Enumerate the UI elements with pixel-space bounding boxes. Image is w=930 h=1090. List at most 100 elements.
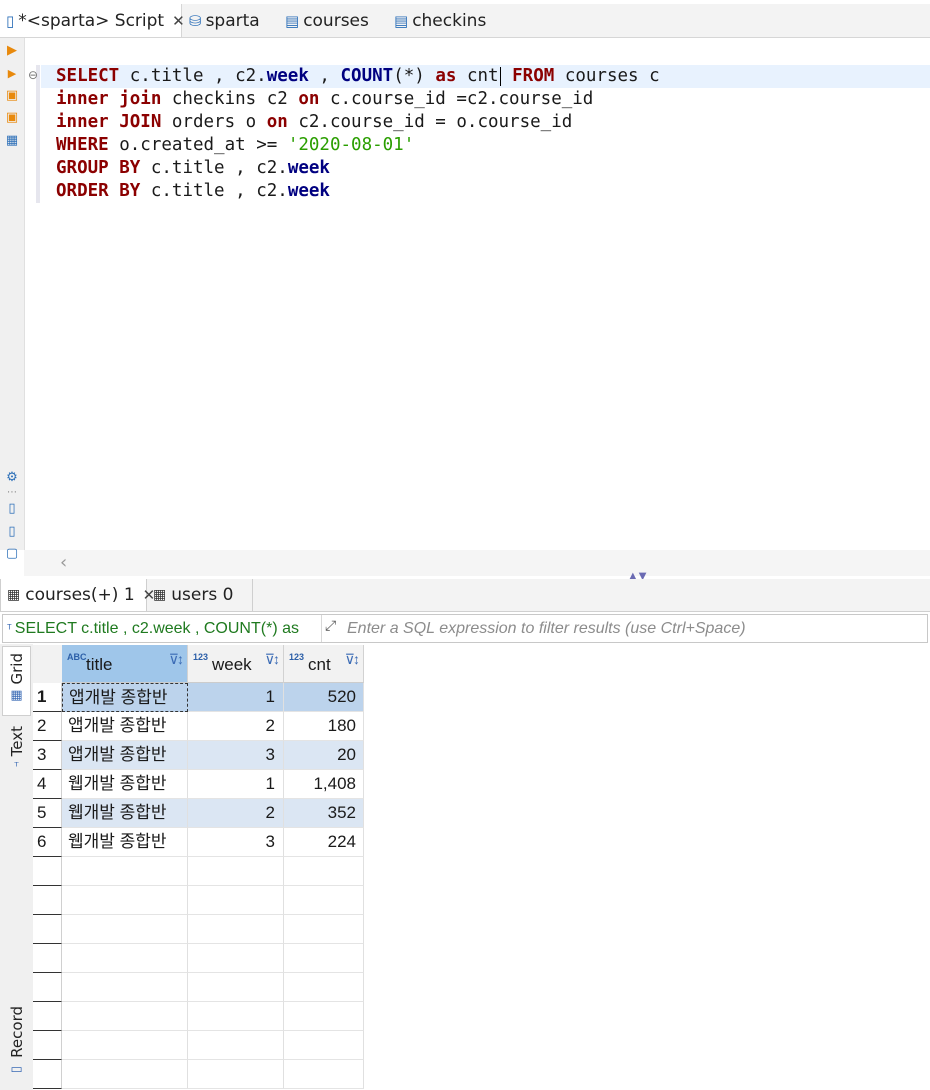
row-number-header[interactable] xyxy=(33,645,63,683)
cell-cnt[interactable]: 352 xyxy=(284,799,364,828)
sql-line[interactable]: inner JOIN orders o on c2.course_id = o.… xyxy=(56,111,660,134)
sql-line[interactable]: WHERE o.created_at >= '2020-08-01' xyxy=(56,134,660,157)
column-header-week[interactable]: 123 week ⊽↕ xyxy=(188,645,284,683)
tab-sparta[interactable]: ⛁ sparta xyxy=(183,4,279,37)
filter-input[interactable] xyxy=(347,615,917,642)
column-header-cnt[interactable]: 123 cnt ⊽↕ xyxy=(284,645,364,683)
tab-result-courses[interactable]: ▦ courses(+) 1 ✕ xyxy=(0,579,155,611)
editor-horizontal-scrollbar[interactable]: ‹ xyxy=(24,550,930,576)
cell-title[interactable]: 웹개발 종합반 xyxy=(62,770,188,799)
cell-week[interactable]: 3 xyxy=(188,741,284,770)
explain-plan-icon[interactable]: ▦ xyxy=(5,134,19,148)
view-tab-grid-label: Grid xyxy=(7,653,26,685)
row-number[interactable]: 1 xyxy=(33,683,62,712)
view-tab-record[interactable]: Record ▭ xyxy=(2,1002,31,1088)
cell-cnt[interactable]: 520 xyxy=(284,683,364,712)
expand-icon[interactable]: ⤢ xyxy=(325,618,336,634)
empty-cell xyxy=(188,886,284,915)
row-number xyxy=(33,973,62,1002)
cell-week[interactable]: 3 xyxy=(188,828,284,857)
cell-cnt[interactable]: 1,408 xyxy=(284,770,364,799)
filter-sort-icon[interactable]: ⊽↕ xyxy=(345,651,360,668)
sql-line[interactable]: inner join checkins c2 on c.course_id =c… xyxy=(56,88,660,111)
tab-checkins[interactable]: ▤ checkins xyxy=(388,4,500,37)
row-number[interactable]: 6 xyxy=(33,828,62,857)
column-header-title[interactable]: ABC title ⊽↕ xyxy=(62,645,188,683)
sql-line[interactable]: SELECT c.title , c2.week , COUNT(*) as c… xyxy=(56,65,660,88)
empty-row xyxy=(33,1002,930,1031)
cell-week[interactable]: 2 xyxy=(188,712,284,741)
file-error-icon[interactable]: ▯ xyxy=(5,525,19,539)
cell-week[interactable]: 1 xyxy=(188,683,284,712)
grid-icon: ▦ xyxy=(10,688,23,704)
database-icon: ⛁ xyxy=(189,11,202,30)
filter-sort-icon[interactable]: ⊽↕ xyxy=(265,651,280,668)
execute-script-icon[interactable]: ▣ xyxy=(5,89,19,103)
table-row[interactable]: 6 웹개발 종합반 3 224 xyxy=(33,828,930,857)
table-row[interactable]: 1 앱개발 종합반 1 520 xyxy=(33,683,930,712)
sql-script-icon: ▯ xyxy=(6,11,15,30)
number-type-icon: 123 xyxy=(289,652,305,662)
result-grid[interactable]: ABC title ⊽↕ 123 week ⊽↕ 123 cnt ⊽↕ 1 앱개… xyxy=(33,644,930,1090)
scroll-left-icon[interactable]: ‹ xyxy=(60,552,67,573)
cell-week[interactable]: 1 xyxy=(188,770,284,799)
execute-statement-icon[interactable]: ▶ xyxy=(5,44,19,58)
table-icon: ▦ xyxy=(153,587,167,603)
sql-text-icon: ᵀ xyxy=(7,622,12,635)
table-row[interactable]: 5 웹개발 종합반 2 352 xyxy=(33,799,930,828)
sql-token: COUNT xyxy=(340,66,394,86)
view-tab-text-label: Text xyxy=(7,726,26,757)
cell-cnt[interactable]: 180 xyxy=(284,712,364,741)
row-number[interactable]: 2 xyxy=(33,712,62,741)
tab-script[interactable]: ▯ *<sparta> Script ✕ xyxy=(0,4,185,37)
query-label[interactable]: ᵀ SELECT c.title , c2.week , COUNT(*) as xyxy=(3,615,322,642)
cell-title[interactable]: 앱개발 종합반 xyxy=(62,683,188,712)
row-number xyxy=(33,886,62,915)
sql-token: o.created_at >= xyxy=(108,135,288,155)
cell-title[interactable]: 웹개발 종합반 xyxy=(62,799,188,828)
empty-cell xyxy=(62,1031,188,1060)
empty-row xyxy=(33,1060,930,1089)
sql-code[interactable]: SELECT c.title , c2.week , COUNT(*) as c… xyxy=(56,65,660,203)
sql-token: ORDER BY xyxy=(56,181,141,201)
settings-gear-icon[interactable]: ⚙ xyxy=(5,471,19,485)
cell-cnt[interactable]: 20 xyxy=(284,741,364,770)
sql-token: GROUP BY xyxy=(56,158,141,178)
tab-result-users[interactable]: ▦ users 0 xyxy=(147,579,253,611)
view-tab-text[interactable]: Text ᵀ xyxy=(2,722,31,792)
export-icon[interactable]: ▯ xyxy=(5,502,19,516)
empty-cell xyxy=(188,1002,284,1031)
sql-token: c.title , c2. xyxy=(140,181,288,201)
sql-token: c.title , c2. xyxy=(140,158,288,178)
tab-checkins-label: checkins xyxy=(412,10,487,31)
editor-toolbar: ▶ ▶ ▣ ▣ ▦ ⚙ ⋯ ▯ ▯ ▢ xyxy=(0,38,25,561)
empty-cell xyxy=(62,915,188,944)
row-number xyxy=(33,1002,62,1031)
execute-in-new-tab-icon[interactable]: ▶ xyxy=(5,67,19,81)
table-row[interactable]: 3 앱개발 종합반 3 20 xyxy=(33,741,930,770)
sql-line[interactable]: GROUP BY c.title , c2.week xyxy=(56,157,660,180)
empty-cell xyxy=(62,886,188,915)
variables-icon[interactable]: ▢ xyxy=(5,547,19,561)
sql-token: as xyxy=(435,66,457,86)
execute-script-new-tab-icon[interactable]: ▣ xyxy=(5,111,19,125)
table-icon: ▤ xyxy=(394,11,409,30)
table-row[interactable]: 2 앱개발 종합반 2 180 xyxy=(33,712,930,741)
row-number[interactable]: 3 xyxy=(33,741,62,770)
cell-title[interactable]: 앱개발 종합반 xyxy=(62,712,188,741)
cell-title[interactable]: 웹개발 종합반 xyxy=(62,828,188,857)
sql-line[interactable]: ORDER BY c.title , c2.week xyxy=(56,180,660,203)
table-row[interactable]: 4 웹개발 종합반 1 1,408 xyxy=(33,770,930,799)
query-label-text: SELECT c.title , c2.week , COUNT(*) as xyxy=(14,619,299,637)
tab-courses[interactable]: ▤ courses xyxy=(279,4,387,37)
cell-cnt[interactable]: 224 xyxy=(284,828,364,857)
row-number xyxy=(33,1031,62,1060)
filter-sort-icon[interactable]: ⊽↕ xyxy=(169,651,184,668)
row-number[interactable]: 5 xyxy=(33,799,62,828)
view-tab-record-label: Record xyxy=(7,1006,26,1058)
cell-title[interactable]: 앱개발 종합반 xyxy=(62,741,188,770)
row-number[interactable]: 4 xyxy=(33,770,62,799)
fold-toggle-icon[interactable]: ⊖ xyxy=(28,68,38,82)
cell-week[interactable]: 2 xyxy=(188,799,284,828)
view-tab-grid[interactable]: Grid ▦ xyxy=(2,646,31,716)
